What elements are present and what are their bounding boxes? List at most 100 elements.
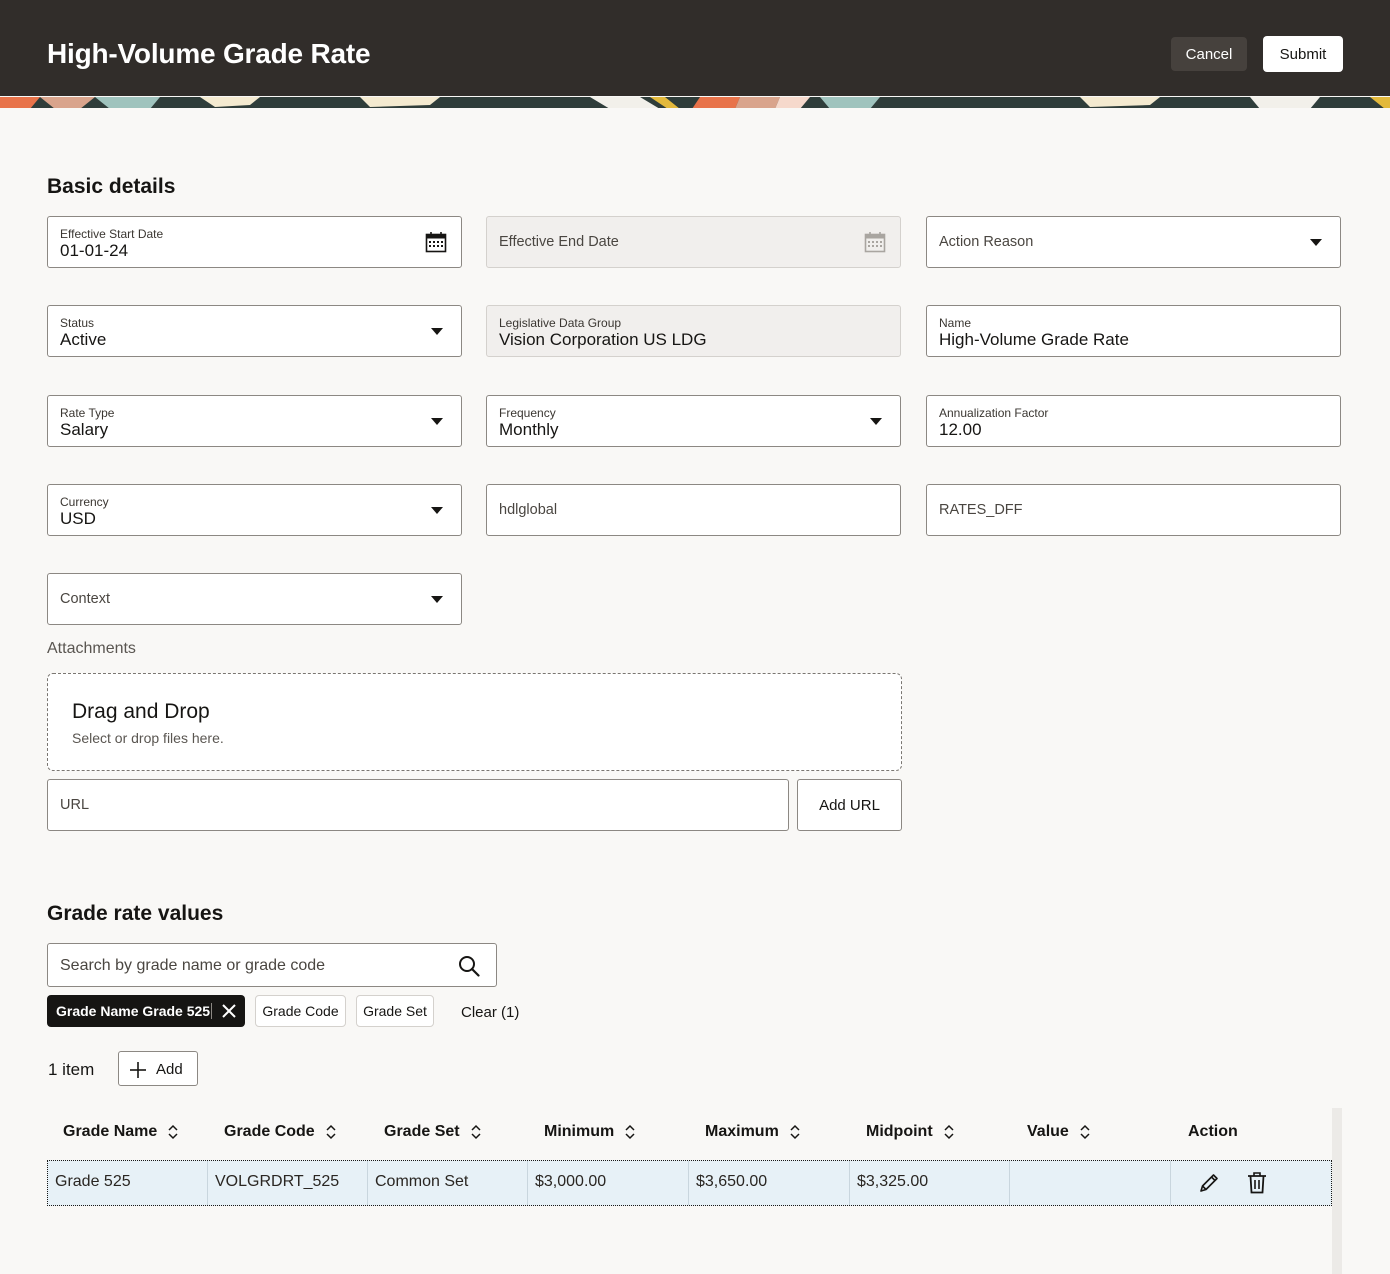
effective-end-date-field[interactable]: Effective End Date <box>486 216 901 268</box>
filter-chip-grade-name[interactable]: Grade Name Grade 525 <box>47 995 245 1027</box>
frequency-label: Frequency <box>499 406 556 420</box>
effective-start-date-label: Effective Start Date <box>60 227 164 241</box>
rate-type-select[interactable]: Rate Type Salary <box>47 395 462 447</box>
chevron-down-icon[interactable] <box>1310 239 1322 246</box>
action-reason-select[interactable]: Action Reason <box>926 216 1341 268</box>
sort-icon[interactable] <box>943 1124 955 1140</box>
status-select[interactable]: Status Active <box>47 305 462 357</box>
cancel-button[interactable]: Cancel <box>1171 37 1247 71</box>
column-header-grade-code[interactable]: Grade Code <box>224 1123 337 1141</box>
legislative-data-group-label: Legislative Data Group <box>499 316 622 330</box>
calendar-icon[interactable] <box>425 231 447 258</box>
page-title: High-Volume Grade Rate <box>47 38 371 69</box>
rate-type-value: Salary <box>60 420 109 439</box>
decorative-banner <box>0 96 1390 108</box>
grade-rate-values-title: Grade rate values <box>47 902 224 925</box>
filter-chip-grade-code[interactable]: Grade Code <box>255 995 346 1027</box>
annualization-factor-label: Annualization Factor <box>939 406 1049 420</box>
chip-divider <box>211 1003 212 1019</box>
legislative-data-group-value: Vision Corporation US LDG <box>499 330 707 349</box>
cell-grade-code: VOLGRDRT_525 <box>215 1173 340 1190</box>
hdlglobal-field[interactable]: hdlglobal <box>486 484 901 536</box>
page-header: High-Volume Grade Rate Cancel Submit <box>0 0 1390 96</box>
column-divider <box>688 1161 689 1205</box>
grade-search-input[interactable]: Search by grade name or grade code <box>47 943 497 987</box>
column-divider <box>207 1161 208 1205</box>
basic-details-title: Basic details <box>47 175 176 198</box>
sort-icon[interactable] <box>470 1124 482 1140</box>
name-field[interactable]: Name High-Volume Grade Rate <box>926 305 1341 357</box>
rates-dff-field[interactable]: RATES_DFF <box>926 484 1341 536</box>
annualization-factor-field[interactable]: Annualization Factor 12.00 <box>926 395 1341 447</box>
column-label: Grade Code <box>224 1123 315 1140</box>
sort-icon[interactable] <box>167 1124 179 1140</box>
cell-grade-name: Grade 525 <box>55 1173 131 1190</box>
column-label: Action <box>1188 1123 1238 1140</box>
sort-icon[interactable] <box>624 1124 636 1140</box>
close-icon[interactable] <box>221 1003 237 1022</box>
effective-start-date-value: 01-01-24 <box>60 241 129 260</box>
context-select[interactable]: Context <box>47 573 462 625</box>
cell-midpoint: $3,325.00 <box>857 1173 929 1190</box>
url-input[interactable]: URL <box>47 779 789 831</box>
add-url-button[interactable]: Add URL <box>797 779 902 831</box>
column-header-grade-name[interactable]: Grade Name <box>63 1123 179 1141</box>
chevron-down-icon[interactable] <box>431 507 443 514</box>
column-label: Midpoint <box>866 1123 933 1140</box>
status-label: Status <box>60 316 95 330</box>
column-label: Grade Name <box>63 1123 158 1140</box>
column-label: Value <box>1027 1123 1069 1140</box>
url-placeholder: URL <box>60 797 90 813</box>
column-header-midpoint[interactable]: Midpoint <box>866 1123 955 1141</box>
currency-value: USD <box>60 509 96 528</box>
context-placeholder: Context <box>60 591 110 607</box>
effective-start-date-field[interactable]: Effective Start Date 01-01-24 <box>47 216 462 268</box>
frequency-select[interactable]: Frequency Monthly <box>486 395 901 447</box>
submit-button[interactable]: Submit <box>1263 36 1343 72</box>
column-divider <box>1170 1161 1171 1205</box>
grade-search-placeholder: Search by grade name or grade code <box>60 957 326 974</box>
column-header-maximum[interactable]: Maximum <box>705 1123 801 1141</box>
attachments-label: Attachments <box>47 640 136 657</box>
chevron-down-icon[interactable] <box>431 418 443 425</box>
column-header-minimum[interactable]: Minimum <box>544 1123 636 1141</box>
add-button-label: Add <box>156 1061 183 1078</box>
chevron-down-icon[interactable] <box>431 596 443 603</box>
item-count: 1 item <box>48 1060 95 1079</box>
calendar-icon[interactable] <box>864 231 886 258</box>
add-grade-rate-button[interactable]: Add <box>118 1051 198 1086</box>
dropzone-subtitle: Select or drop files here. <box>72 730 224 746</box>
rate-type-label: Rate Type <box>60 406 115 420</box>
hdlglobal-placeholder: hdlglobal <box>499 502 558 518</box>
file-dropzone[interactable]: Drag and Drop Select or drop files here. <box>47 673 902 771</box>
name-label: Name <box>939 316 972 330</box>
sort-icon[interactable] <box>1079 1124 1091 1140</box>
action-reason-placeholder: Action Reason <box>939 234 1034 250</box>
chevron-down-icon[interactable] <box>431 328 443 335</box>
table-scrollbar[interactable] <box>1332 1108 1342 1274</box>
sort-icon[interactable] <box>789 1124 801 1140</box>
trash-icon[interactable] <box>1246 1171 1268 1200</box>
filter-chip-grade-set[interactable]: Grade Set <box>356 995 434 1027</box>
plus-icon <box>130 1062 146 1082</box>
column-header-value[interactable]: Value <box>1027 1123 1091 1141</box>
chevron-down-icon[interactable] <box>870 418 882 425</box>
cell-maximum: $3,650.00 <box>696 1173 768 1190</box>
effective-end-date-placeholder: Effective End Date <box>499 234 619 250</box>
cell-minimum: $3,000.00 <box>535 1173 607 1190</box>
column-header-grade-set[interactable]: Grade Set <box>384 1123 482 1141</box>
sort-icon[interactable] <box>325 1124 337 1140</box>
rates-dff-placeholder: RATES_DFF <box>939 502 1023 518</box>
cell-grade-set: Common Set <box>375 1173 469 1190</box>
column-label: Grade Set <box>384 1123 460 1140</box>
search-icon[interactable] <box>458 955 480 982</box>
edit-icon[interactable] <box>1198 1172 1220 1199</box>
frequency-value: Monthly <box>499 420 559 439</box>
column-divider <box>1009 1161 1010 1205</box>
status-value: Active <box>60 330 107 349</box>
filter-chip-label: Grade Name Grade 525 <box>56 1003 211 1019</box>
currency-select[interactable]: Currency USD <box>47 484 462 536</box>
annualization-factor-value: 12.00 <box>939 420 982 439</box>
column-label: Maximum <box>705 1123 779 1140</box>
clear-filters-link[interactable]: Clear (1) <box>461 1004 519 1021</box>
